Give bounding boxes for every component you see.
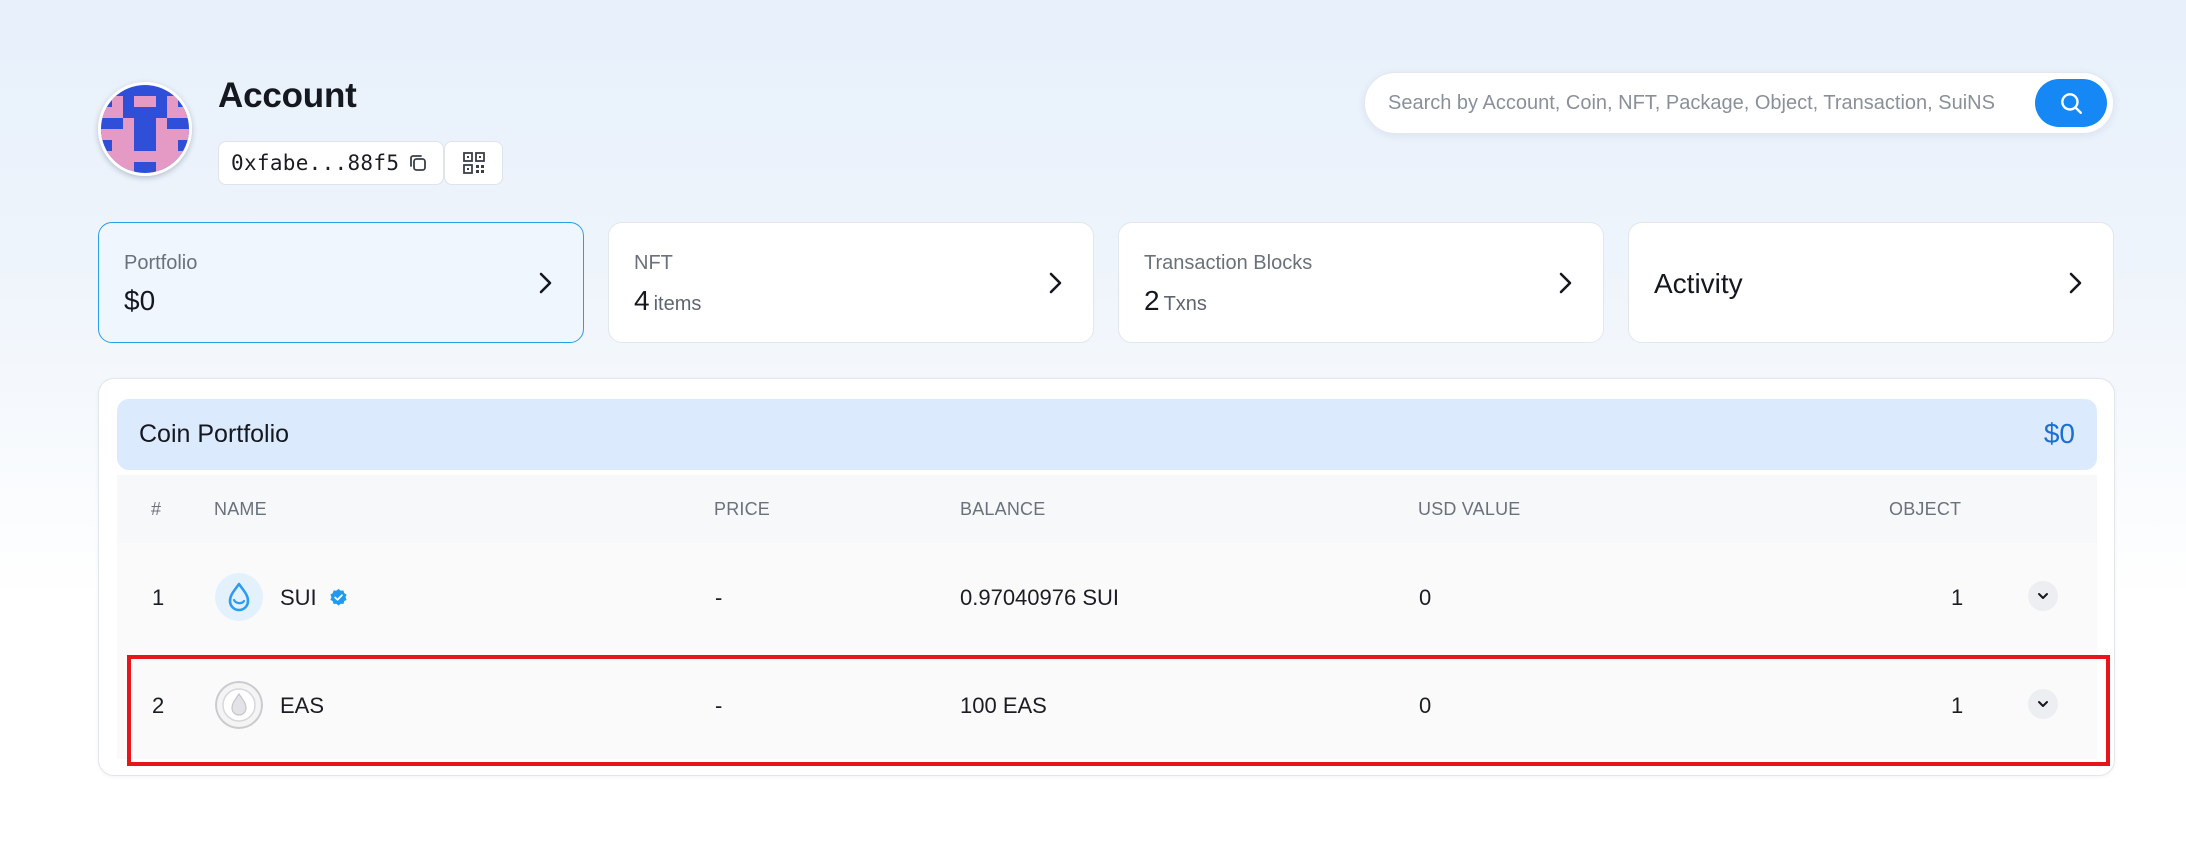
expand-row-button[interactable] (2028, 581, 2058, 611)
chevron-down-icon (2038, 701, 2048, 707)
coin-portfolio-header: Coin Portfolio $0 (117, 399, 2097, 470)
coin-portfolio-panel: Coin Portfolio $0 # NAME PRICE BALANCE U… (98, 378, 2115, 776)
transaction-blocks-value: 2 Txns (1144, 285, 1207, 317)
qr-code-icon (462, 152, 485, 174)
identicon-icon (101, 85, 189, 173)
sui-droplet-icon (215, 573, 263, 621)
coin-name-cell[interactable]: EAS (280, 693, 324, 719)
coin-name: EAS (280, 693, 325, 718)
portfolio-value: $0 (124, 285, 156, 316)
transaction-blocks-card[interactable]: Transaction Blocks 2 Txns (1118, 222, 1604, 343)
column-price: PRICE (714, 499, 771, 519)
portfolio-label: Portfolio (124, 252, 198, 274)
column-name: NAME (214, 499, 267, 519)
copy-icon[interactable] (407, 152, 429, 174)
nft-count: 4 (634, 285, 650, 316)
generic-coin-icon (215, 681, 263, 729)
column-usd-value: USD VALUE (1418, 499, 1521, 519)
chevron-right-icon (539, 272, 552, 294)
balance-cell: 100 EAS (960, 693, 1047, 718)
nft-card[interactable]: NFT 4 items (608, 222, 1094, 343)
usd-value-cell: 0 (1419, 693, 1432, 718)
transaction-blocks-label: Transaction Blocks (1144, 252, 1313, 274)
search-icon (2061, 93, 2082, 114)
coin-portfolio-total: $0 (2043, 418, 2075, 449)
nft-unit: items (653, 293, 702, 315)
object-count-cell: 1 (1951, 585, 1964, 610)
nft-label: NFT (634, 252, 673, 274)
column-balance: BALANCE (960, 499, 1046, 519)
chevron-right-icon (2069, 272, 2082, 294)
nft-value: 4 items (634, 285, 701, 317)
balance-cell: 0.97040976 SUI (960, 585, 1120, 610)
coin-name-cell[interactable]: SUI (280, 585, 348, 611)
coin-portfolio-title: Coin Portfolio (139, 420, 290, 448)
expand-row-button[interactable] (2028, 689, 2058, 719)
usd-value-cell: 0 (1419, 585, 1432, 610)
portfolio-card[interactable]: Portfolio $0 (98, 222, 584, 343)
activity-card[interactable]: Activity (1628, 222, 2114, 343)
table-row[interactable]: 2 EAS - 100 EAS 0 1 (117, 651, 2097, 759)
page-title: Account (218, 76, 357, 115)
activity-label: Activity (1654, 268, 1743, 299)
qr-code-button[interactable] (444, 141, 503, 185)
price-cell: - (715, 585, 723, 610)
search-input[interactable] (1365, 73, 2035, 133)
account-address: 0xfabe...88f5 (231, 151, 400, 175)
search-button[interactable] (2035, 79, 2107, 127)
chevron-right-icon (1049, 272, 1062, 294)
table-row[interactable]: 1 SUI - 0.97040976 SUI 0 1 (117, 543, 2097, 651)
table-header: # NAME PRICE BALANCE USD VALUE OBJECT (117, 475, 2097, 543)
account-avatar (98, 82, 192, 176)
object-count-cell: 1 (1951, 693, 1964, 718)
price-cell: - (715, 693, 723, 718)
column-object: OBJECT (1889, 499, 1962, 519)
chevron-right-icon (1559, 272, 1572, 294)
chevron-down-icon (2038, 593, 2048, 599)
row-index: 1 (152, 585, 165, 610)
global-search (1364, 72, 2114, 134)
verified-badge-icon (330, 588, 347, 606)
txn-count: 2 (1144, 285, 1160, 316)
column-index: # (151, 499, 162, 519)
txn-unit: Txns (1163, 293, 1207, 315)
address-chip[interactable]: 0xfabe...88f5 (218, 141, 445, 185)
row-index: 2 (152, 693, 165, 718)
coin-name: SUI (280, 585, 317, 610)
